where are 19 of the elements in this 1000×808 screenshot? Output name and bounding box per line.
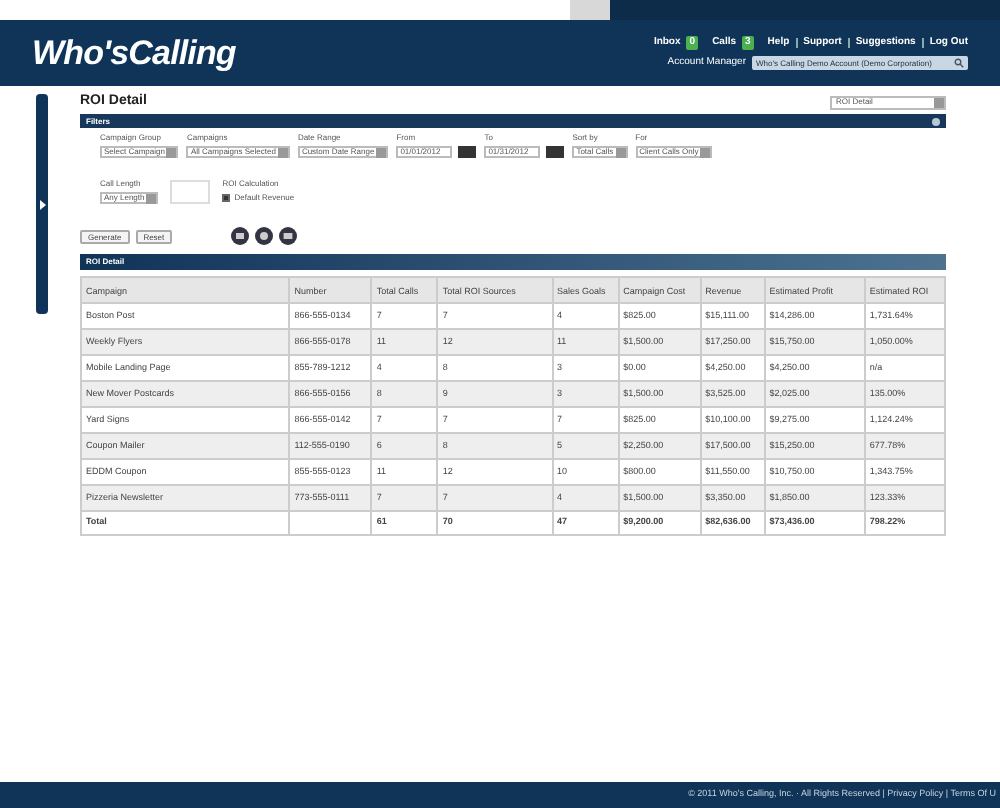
dropdown-icon [700, 147, 711, 157]
input-field[interactable] [170, 180, 211, 204]
dropdown-icon [934, 97, 944, 107]
arrow-icon [39, 199, 45, 209]
dropdown-icon [146, 193, 157, 203]
print-icon[interactable] [230, 226, 251, 246]
calendar-icon[interactable] [458, 146, 477, 158]
dropdown-icon [166, 147, 177, 157]
export-icon[interactable] [254, 226, 275, 246]
search-icon [954, 58, 964, 69]
calendar-icon[interactable] [546, 146, 565, 158]
tab-strip [570, 0, 610, 20]
collapse-icon[interactable] [932, 117, 940, 125]
dropdown-icon [376, 147, 387, 157]
dropdown-icon [615, 147, 626, 157]
logo[interactable]: Who'sCalling [32, 27, 236, 79]
email-icon[interactable] [278, 226, 299, 246]
checkbox[interactable] [222, 194, 231, 202]
dropdown-icon [277, 147, 288, 157]
